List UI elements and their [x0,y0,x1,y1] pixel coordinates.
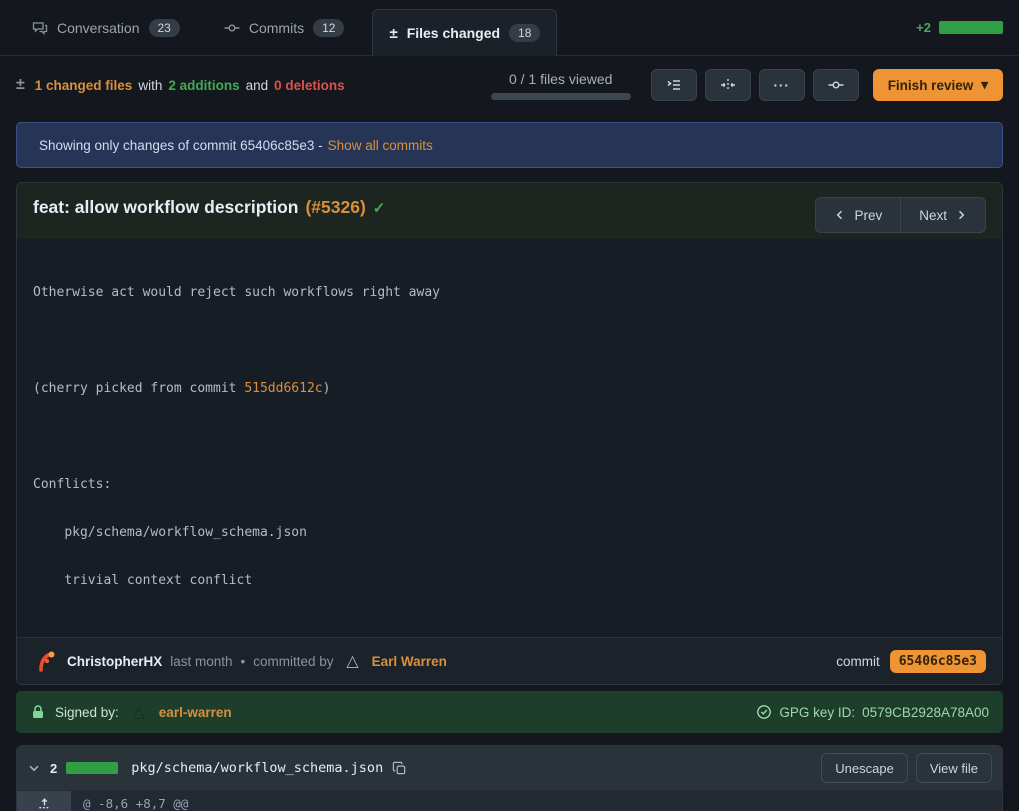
lock-icon [30,704,46,720]
committer-name[interactable]: Earl Warren [372,654,447,669]
author-avatar[interactable] [33,648,59,674]
commit-message-line: Conflicts: [33,477,986,493]
tab-conversation[interactable]: Conversation 23 [16,0,196,55]
badge-check-icon [756,704,772,720]
gpg-key-group: GPG key ID: 0579CB2928A78A00 [756,704,989,720]
commit-author-row: ChristopherHX last month • committed by … [17,637,1002,684]
additions-text: 2 additions [168,78,239,93]
diff-icon: ± [389,25,397,42]
changed-files-summary: ± 1 changed files with 2 additions and 0… [16,76,345,94]
commit-message-line: (cherry picked from commit 515dd6612c) [33,381,986,397]
commit-message-line: Otherwise act would reject such workflow… [33,285,986,301]
gpg-key-label: GPG key ID: [779,705,855,720]
check-icon: ✓ [373,199,386,217]
signature-bar: Signed by: △ earl-warren GPG key ID: 057… [16,691,1003,733]
cherry-pick-hash-link[interactable]: 515dd6612c [244,381,322,396]
deletions-text: 0 deletions [274,78,345,93]
commit-filter-notice: Showing only changes of commit 65406c85e… [16,122,1003,168]
diff-view-style-button[interactable] [705,69,751,101]
commit-icon [224,20,240,36]
hunk-header-row: @ -8,6 +8,7 @@ [17,790,1002,811]
commit-header: feat: allow workflow description (#5326)… [17,183,1002,239]
commit-detail-panel: feat: allow workflow description (#5326)… [16,182,1003,685]
commit-message-line: trivial context conflict [33,573,986,589]
prev-commit-button[interactable]: Prev [815,197,901,233]
issue-link[interactable]: (#5326) [305,197,365,218]
commit-title: feat: allow workflow description (#5326)… [33,197,385,218]
file-change-count: 2 [50,761,57,776]
pull-request-files-page: Conversation 23 Commits 12 ± Files chang… [0,0,1019,811]
commit-message-line: pkg/schema/workflow_schema.json [33,525,986,541]
commit-date: last month [170,654,232,669]
gpg-key-value: 0579CB2928A78A00 [862,705,989,720]
hunk-header-text: @ -8,6 +8,7 @@ [71,791,200,811]
more-options-button[interactable]: ··· [759,69,805,101]
next-label: Next [919,208,947,223]
files-count-badge: 18 [509,24,540,42]
chevron-left-icon [834,209,846,221]
additions-count: +2 [916,20,931,35]
conversation-icon [32,20,48,36]
next-commit-button[interactable]: Next [901,197,986,233]
notice-text: Showing only changes of commit 65406c85e… [39,138,323,153]
committed-by-label: committed by [253,654,333,669]
pr-tab-bar: Conversation 23 Commits 12 ± Files chang… [0,0,1019,56]
diff-file-panel: 2 pkg/schema/workflow_schema.json Unesca… [16,745,1003,811]
changed-files-summary-row: ± 1 changed files with 2 additions and 0… [0,56,1019,114]
tab-commits-label: Commits [249,20,304,36]
file-diff-stat-bar [66,762,118,774]
tab-files-changed[interactable]: ± Files changed 18 [372,9,557,56]
diff-icon-small: ± [16,76,25,94]
conversation-count-badge: 23 [149,19,180,37]
file-tree-toggle-button[interactable] [651,69,697,101]
summary-and: and [246,78,269,93]
commit-title-text: feat: allow workflow description [33,197,298,218]
files-viewed-progress: 0 / 1 files viewed [491,71,631,100]
tab-commits[interactable]: Commits 12 [208,0,361,55]
commit-sha-group: commit 65406c85e3 [836,650,986,673]
commits-count-badge: 12 [313,19,344,37]
collapse-file-chevron-icon[interactable] [27,761,41,775]
commit-word: commit [836,654,880,669]
file-path[interactable]: pkg/schema/workflow_schema.json [131,760,383,776]
commit-message-body: Otherwise act would reject such workflow… [17,239,1002,637]
committer-avatar[interactable]: △ [342,650,364,672]
summary-with: with [138,78,162,93]
diff-file-header: 2 pkg/schema/workflow_schema.json Unesca… [17,746,1002,790]
cherry-pick-text: (cherry picked from commit [33,381,244,396]
files-viewed-label: 0 / 1 files viewed [509,71,613,87]
changed-files-text[interactable]: 1 changed files [35,78,133,93]
diff-stat-bar [939,21,1003,34]
show-all-commits-link[interactable]: Show all commits [328,138,433,153]
signer-avatar[interactable]: △ [128,701,150,723]
view-file-button[interactable]: View file [916,753,992,783]
tab-conversation-label: Conversation [57,20,140,36]
caret-down-icon: ▾ [981,77,988,93]
chevron-right-icon [955,209,967,221]
select-commit-button[interactable] [813,69,859,101]
commit-sha-badge[interactable]: 65406c85e3 [890,650,986,673]
prev-label: Prev [854,208,882,223]
expand-hunk-up-button[interactable] [17,791,71,811]
copy-path-icon[interactable] [392,761,407,776]
tab-files-label: Files changed [407,25,500,41]
pr-diff-stats: +2 [916,0,1003,55]
finish-review-button[interactable]: Finish review ▾ [873,69,1003,101]
cherry-pick-close: ) [323,381,331,396]
author-name[interactable]: ChristopherHX [67,654,162,669]
signer-link[interactable]: earl-warren [159,705,232,720]
commit-navigation: Prev Next [815,197,986,233]
signed-by-label: Signed by: [55,705,119,720]
files-viewed-bar [491,93,631,100]
unescape-button[interactable]: Unescape [821,753,908,783]
file-header-actions: Unescape View file [821,753,992,783]
review-controls: 0 / 1 files viewed ··· Finish review ▾ [491,69,1003,101]
dot-separator: • [241,654,246,669]
finish-review-label: Finish review [888,78,974,93]
